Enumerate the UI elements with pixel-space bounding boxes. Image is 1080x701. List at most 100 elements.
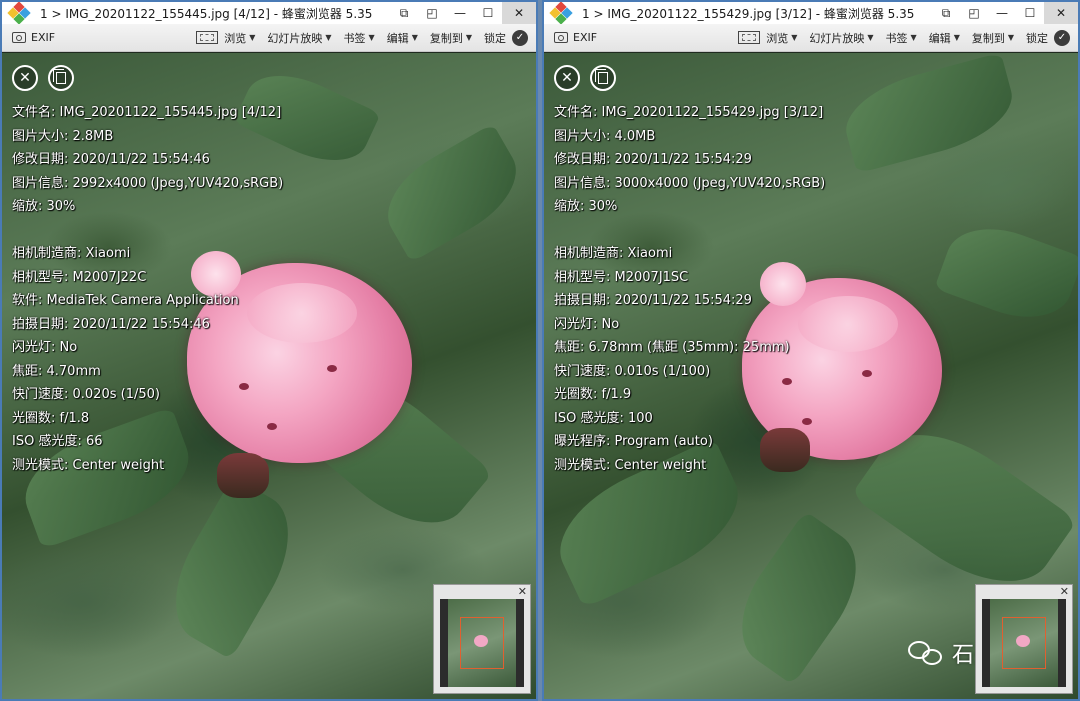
check-icon: ✓ (512, 29, 528, 46)
viewport-rectangle[interactable] (1002, 617, 1046, 669)
exif-line: 文件名: IMG_20201122_155429.jpg [3/12] (554, 105, 824, 120)
navigator-edge (1058, 599, 1066, 687)
exif-label: EXIF (31, 31, 56, 44)
exif-line: ISO 感光度: 100 (554, 410, 653, 426)
bookmark-label: 书签 (885, 31, 908, 45)
exif-line: 光圈数: f/1.8 (12, 410, 90, 426)
lock-toggle[interactable]: 锁定 ✓ (1026, 29, 1078, 46)
slideshow-label: 幻灯片放映 (267, 31, 323, 45)
chevron-down-icon: ▼ (411, 33, 418, 42)
exif-line: 闪光灯: No (12, 340, 78, 355)
close-icon[interactable]: ✕ (518, 585, 527, 598)
fit-frame-icon (196, 31, 219, 44)
browse-label: 浏览 (224, 31, 247, 45)
navigator-thumbnail[interactable]: ✕ (975, 584, 1073, 694)
restore-icon[interactable]: ⧉ (390, 2, 418, 24)
exif-line: 软件: MediaTek Camera Application (12, 293, 239, 308)
exif-line: 闪光灯: No (554, 316, 620, 332)
viewport-rectangle[interactable] (460, 617, 504, 669)
camera-icon (12, 32, 26, 43)
leaf-shape (153, 476, 311, 660)
close-circle-icon[interactable]: ✕ (12, 65, 38, 91)
exif-button[interactable]: EXIF (12, 31, 55, 44)
maximize-icon[interactable]: ☐ (474, 2, 502, 24)
slideshow-menu[interactable]: 幻灯片放映 ▼ (267, 30, 331, 46)
exif-line: 缩放: 30% (554, 199, 618, 214)
exif-line: 焦距: 6.78mm (焦距 (35mm): 25mm) (554, 340, 790, 355)
exif-line: 曝光程序: Program (auto) (554, 434, 713, 449)
photo-view[interactable]: ✕ 文件名: IMG_20201122_155429.jpg [3/12] 图片… (544, 53, 1078, 699)
title-bar[interactable]: 1 > IMG_20201122_155445.jpg [4/12] - 蜂蜜浏… (2, 2, 536, 25)
exif-line: 相机型号: M2007J22C (12, 269, 147, 285)
window-title: 1 > IMG_20201122_155429.jpg [3/12] - 蜂蜜浏… (582, 6, 915, 21)
pin-icon[interactable]: ◰ (960, 2, 988, 24)
exif-line: 测光模式: Center weight (554, 457, 707, 473)
edit-menu[interactable]: 编辑 ▼ (929, 30, 960, 46)
close-circle-icon[interactable]: ✕ (554, 65, 580, 91)
toolbar: EXIF 浏览 ▼ 幻灯片放映 ▼ 书签 ▼ 编辑 ▼ 复制到 ▼ 锁定 ✓ (2, 24, 536, 52)
copy-to-label: 复制到 (429, 31, 463, 45)
exif-line: 文件名: IMG_20201122_155445.jpg [4/12] (12, 105, 282, 120)
exif-info-panel: 文件名: IMG_20201122_155429.jpg [3/12] 图片大小… (554, 101, 825, 477)
navigator-edge (440, 599, 448, 687)
exif-label: EXIF (573, 31, 598, 44)
leaf-shape (371, 123, 533, 263)
exif-line: 快门速度: 0.020s (1/50) (12, 387, 160, 402)
lock-toggle[interactable]: 锁定 ✓ (484, 29, 536, 46)
slideshow-menu[interactable]: 幻灯片放映 ▼ (809, 30, 873, 46)
window-title: 1 > IMG_20201122_155445.jpg [4/12] - 蜂蜜浏… (40, 6, 373, 21)
copy-icon[interactable] (48, 65, 74, 91)
navigator-thumbnail[interactable]: ✕ (433, 584, 531, 694)
exif-line: 焦距: 4.70mm (12, 363, 101, 379)
chevron-down-icon: ▼ (1007, 33, 1014, 42)
exif-line: 测光模式: Center weight (12, 457, 165, 473)
navigator-edge (516, 599, 524, 687)
check-icon: ✓ (1054, 29, 1070, 46)
title-bar[interactable]: 1 > IMG_20201122_155429.jpg [3/12] - 蜂蜜浏… (544, 2, 1078, 25)
pin-icon[interactable]: ◰ (418, 2, 446, 24)
exif-button[interactable]: EXIF (554, 31, 597, 44)
photo-view[interactable]: ✕ 文件名: IMG_20201122_155445.jpg [4/12] 图片… (2, 53, 536, 699)
lock-label: 锁定 (1026, 31, 1048, 45)
maximize-icon[interactable]: ☐ (1016, 2, 1044, 24)
leaf-shape (934, 213, 1078, 333)
exif-line: 图片大小: 4.0MB (554, 128, 656, 144)
chevron-down-icon: ▼ (368, 33, 375, 42)
minimize-icon[interactable]: — (988, 2, 1016, 24)
exif-line: 图片信息: 3000x4000 (Jpeg,YUV420,sRGB) (554, 175, 826, 191)
camera-icon (554, 32, 568, 43)
leaf-shape (719, 510, 879, 686)
browse-menu[interactable]: 浏览 ▼ (196, 30, 255, 46)
app-logo-icon (7, 2, 31, 25)
leaf-shape (836, 53, 1022, 174)
viewer-window-left: 1 > IMG_20201122_155445.jpg [4/12] - 蜂蜜浏… (0, 0, 538, 701)
exif-line: 图片信息: 2992x4000 (Jpeg,YUV420,sRGB) (12, 175, 284, 191)
exif-line: 相机型号: M2007J1SC (554, 269, 689, 285)
close-icon[interactable]: ✕ (502, 2, 536, 24)
copy-to-menu[interactable]: 复制到 ▼ (430, 30, 472, 46)
exif-line: 修改日期: 2020/11/22 15:54:29 (554, 152, 752, 167)
close-icon[interactable]: ✕ (1060, 585, 1069, 598)
chevron-down-icon: ▼ (249, 33, 256, 42)
edit-menu[interactable]: 编辑 ▼ (387, 30, 418, 46)
thumbnail-image (990, 599, 1058, 687)
edit-label: 编辑 (928, 31, 951, 45)
screen: 1 > IMG_20201122_155445.jpg [4/12] - 蜂蜜浏… (0, 0, 1080, 701)
toolbar: EXIF 浏览 ▼ 幻灯片放映 ▼ 书签 ▼ 编辑 ▼ 复制到 ▼ 锁定 ✓ (544, 24, 1078, 52)
bookmark-menu[interactable]: 书签 ▼ (886, 30, 917, 46)
bookmark-menu[interactable]: 书签 ▼ (344, 30, 375, 46)
close-icon[interactable]: ✕ (1044, 2, 1078, 24)
chevron-down-icon: ▼ (910, 33, 917, 42)
app-logo-icon (549, 2, 573, 25)
restore-icon[interactable]: ⧉ (932, 2, 960, 24)
thumbnail-image (448, 599, 516, 687)
exif-line: ISO 感光度: 66 (12, 434, 103, 449)
exif-spacer (554, 219, 825, 243)
browse-menu[interactable]: 浏览 ▼ (738, 30, 797, 46)
fit-frame-icon (738, 31, 761, 44)
copy-to-menu[interactable]: 复制到 ▼ (972, 30, 1014, 46)
exif-line: 光圈数: f/1.9 (554, 387, 632, 402)
minimize-icon[interactable]: — (446, 2, 474, 24)
copy-icon[interactable] (590, 65, 616, 91)
exif-line: 相机制造商: Xiaomi (554, 246, 673, 261)
